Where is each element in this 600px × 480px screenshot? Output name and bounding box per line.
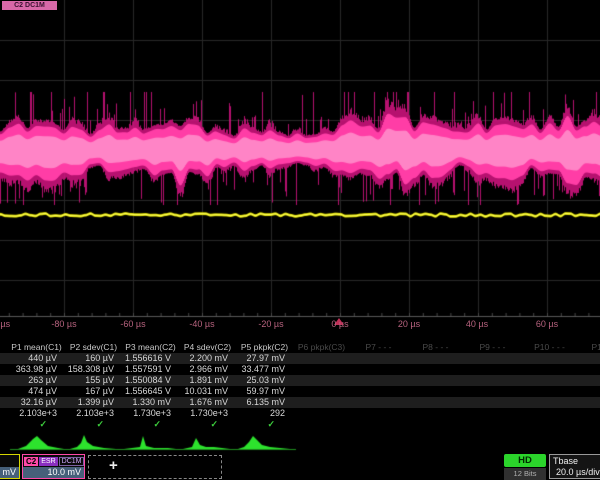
- stats-value-cell: 2.200 mV: [179, 353, 236, 364]
- stats-row-min: 263 µV155 µV1.550084 V1.891 mV25.03 mV: [0, 375, 600, 386]
- c1-badge-row: C1 DC1M: [0, 455, 19, 467]
- stats-value-cell: 6.135 mV: [236, 397, 293, 408]
- time-axis: -100 µs -80 µs -60 µs -40 µs -20 µs 0 µs 20 µs…: [0, 317, 600, 332]
- annotation-badge: C2 DC1M: [2, 1, 57, 10]
- stats-value-cell: 1.399 µV: [65, 397, 122, 408]
- stats-value-cell: 2.103e+3: [65, 408, 122, 419]
- time-tick-label: -60 µs: [120, 319, 145, 329]
- c2-coupling-badge: DC1M: [59, 457, 85, 466]
- hd-badge: HD: [504, 454, 546, 467]
- stats-value-cell: 263 µV: [8, 375, 65, 386]
- checkmark-icon: ✓: [65, 419, 122, 430]
- stats-value-cell: 1.676 mV: [179, 397, 236, 408]
- stats-header-cell[interactable]: P1 mean(C1): [8, 342, 65, 353]
- stats-header-cell[interactable]: P7 - - -: [350, 342, 407, 353]
- stats-value-cell: 1.556616 V: [122, 353, 179, 364]
- stats-row-num: 2.103e+32.103e+31.730e+31.730e+3292: [0, 408, 600, 419]
- stats-value-cell: 474 µV: [8, 386, 65, 397]
- time-tick-label: -80 µs: [51, 319, 76, 329]
- stats-header-cell[interactable]: P10 - - -: [521, 342, 578, 353]
- stats-row-mean: 363.98 µV158.308 µV1.557591 V2.966 mV33.…: [0, 364, 600, 375]
- stats-row-sdev: 32.16 µV1.399 µV1.330 mV1.676 mV6.135 mV: [0, 397, 600, 408]
- stats-value-cell: 1.556645 V: [122, 386, 179, 397]
- stats-value-cell: 155 µV: [65, 375, 122, 386]
- time-tick-label: 20 µs: [398, 319, 420, 329]
- timebase-value: 20.0 µs/div: [556, 466, 600, 478]
- stats-value-cell: 59.97 mV: [236, 386, 293, 397]
- stats-header-cell[interactable]: P9 - - -: [464, 342, 521, 353]
- histicon-row: [0, 430, 600, 453]
- time-tick-label: 60 µs: [536, 319, 558, 329]
- stats-value-cell: 1.891 mV: [179, 375, 236, 386]
- stats-value-cell: 2.966 mV: [179, 364, 236, 375]
- stats-value-cell: 1.730e+3: [122, 408, 179, 419]
- stats-header-row: P1 mean(C1)P2 sdev(C1)P3 mean(C2)P4 sdev…: [0, 342, 600, 353]
- stats-header-cell[interactable]: P2 sdev(C1): [65, 342, 122, 353]
- stats-value-cell: 160 µV: [65, 353, 122, 364]
- add-trace-button[interactable]: +: [88, 455, 222, 479]
- time-tick-label: -20 µs: [258, 319, 283, 329]
- c2-esr-badge: ESR: [39, 457, 57, 466]
- stats-header-cell[interactable]: P5 pkpk(C2): [236, 342, 293, 353]
- stats-row-value: 440 µV160 µV1.556616 V2.200 mV27.97 mV: [0, 353, 600, 364]
- stats-value-cell: 1.557591 V: [122, 364, 179, 375]
- stats-value-cell: 1.730e+3: [179, 408, 236, 419]
- stats-value-cell: 1.550084 V: [122, 375, 179, 386]
- stats-value-cell: 158.308 µV: [65, 364, 122, 375]
- stats-value-cell: 292: [236, 408, 293, 419]
- channel-descriptor-c1[interactable]: C1 DC1M 10.0 mV: [0, 454, 20, 479]
- adc-bits-label: 12 Bits: [504, 468, 546, 480]
- stats-value-cell: 440 µV: [8, 353, 65, 364]
- stats-value-cell: 10.031 mV: [179, 386, 236, 397]
- stats-header-cell[interactable]: P6 pkpk(C3): [293, 342, 350, 353]
- stats-value-cell: 25.03 mV: [236, 375, 293, 386]
- time-tick-label: 40 µs: [466, 319, 488, 329]
- channel-descriptor-c2[interactable]: C2 ESR DC1M 10.0 mV: [22, 454, 85, 479]
- stats-value-cell: 27.97 mV: [236, 353, 293, 364]
- stats-table: P1 mean(C1)P2 sdev(C1)P3 mean(C2)P4 sdev…: [0, 342, 600, 430]
- checkmark-icon: ✓: [8, 419, 65, 430]
- stats-header-cell[interactable]: P3 mean(C2): [122, 342, 179, 353]
- stats-value-cell: 32.16 µV: [8, 397, 65, 408]
- time-tick-label: -100 µs: [0, 319, 10, 329]
- stats-status-row: ✓✓✓✓✓: [0, 419, 600, 430]
- checkmark-icon: ✓: [236, 419, 293, 430]
- c2-badge-row: C2 ESR DC1M: [23, 455, 84, 467]
- stats-value-cell: 33.477 mV: [236, 364, 293, 375]
- checkmark-icon: ✓: [122, 419, 179, 430]
- stats-value-cell: 167 µV: [65, 386, 122, 397]
- stats-value-cell: 363.98 µV: [8, 364, 65, 375]
- waveform-display: [0, 0, 600, 318]
- stats-row-max: 474 µV167 µV1.556645 V10.031 mV59.97 mV: [0, 386, 600, 397]
- stats-header-cell[interactable]: P11 - - -: [578, 342, 600, 353]
- oscilloscope-screen: { "annotation": { "text": "C2 DC1M" }, "…: [0, 0, 600, 480]
- c2-scale-value: 10.0 mV: [23, 467, 84, 478]
- stats-header-cell[interactable]: P4 sdev(C2): [179, 342, 236, 353]
- stats-header-cell[interactable]: P8 - - -: [407, 342, 464, 353]
- plus-icon: +: [109, 457, 118, 474]
- c2-label: C2: [24, 457, 38, 466]
- stats-value-cell: 1.330 mV: [122, 397, 179, 408]
- checkmark-icon: ✓: [179, 419, 236, 430]
- bottom-bar: C1 DC1M 10.0 mV C2 ESR DC1M 10.0 mV + HD…: [0, 453, 600, 480]
- stats-value-cell: 2.103e+3: [8, 408, 65, 419]
- c1-scale-value: 10.0 mV: [0, 467, 19, 478]
- time-tick-label: -40 µs: [189, 319, 214, 329]
- time-tick-label: 0 µs: [331, 319, 348, 329]
- timebase-panel[interactable]: Tbase 20.0 µs/div: [549, 454, 600, 479]
